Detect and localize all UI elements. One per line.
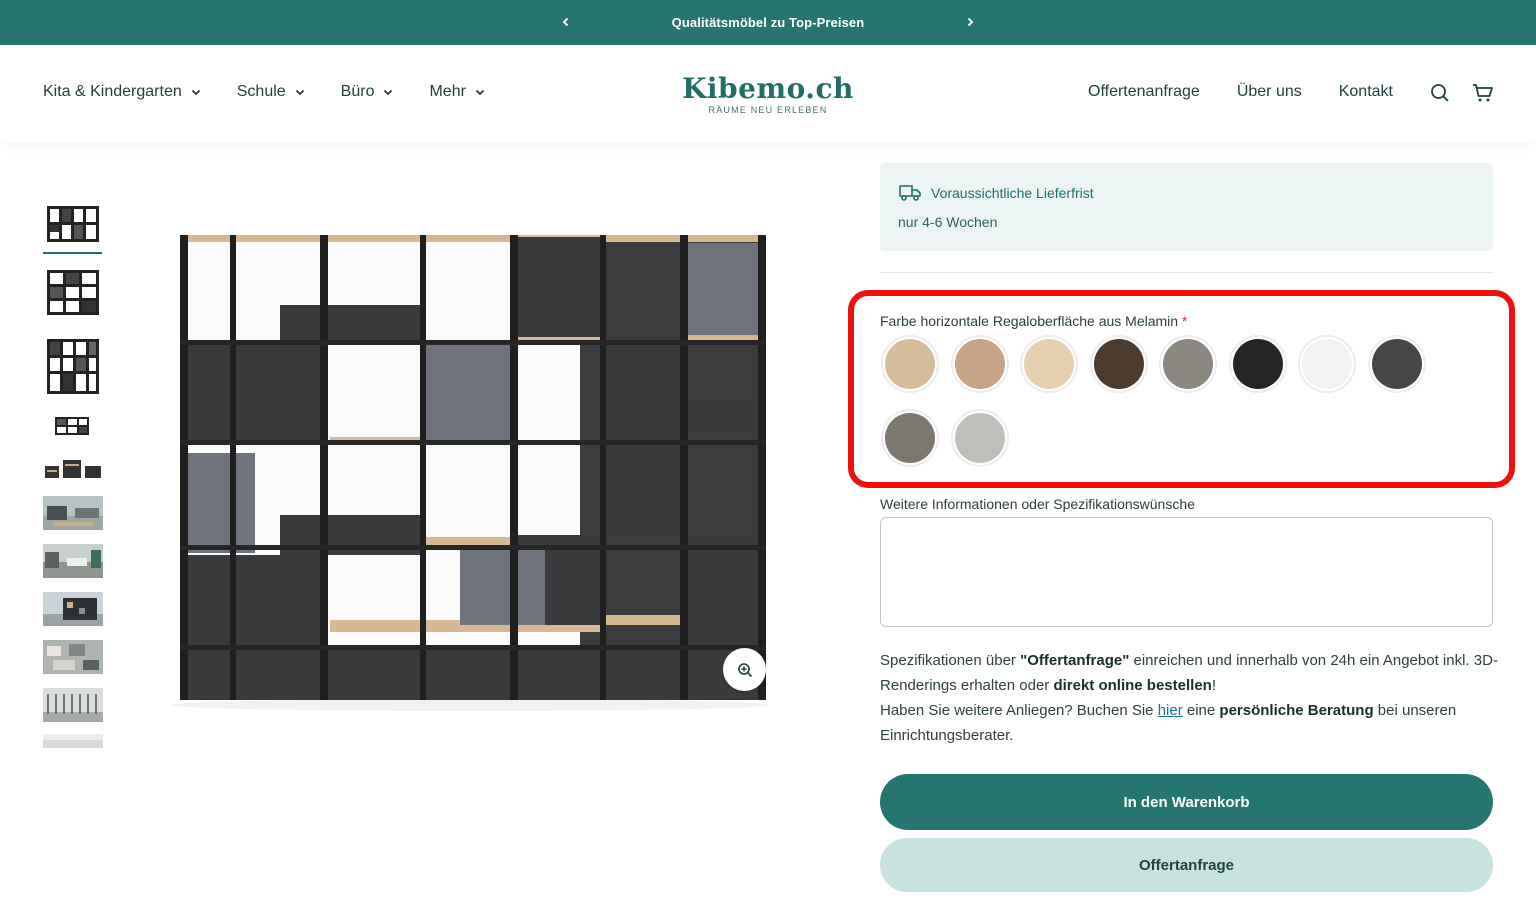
swatch-label-text: Farbe horizontale Regaloberfläche aus Me… [880,313,1179,329]
swatch-fill [1371,339,1422,389]
thumbnail-1[interactable] [43,202,103,246]
secondary-nav: Offertenanfrage Über uns Kontakt [1088,83,1393,101]
swatch-fill [1302,339,1352,389]
nav-item-label: Mehr [429,83,466,100]
nav-item-label: Kita & Kindergarten [43,83,182,100]
truck-icon [899,185,921,201]
swatch-fill [885,413,935,463]
announcement-bar: Qualitätsmöbel zu Top-Preisen [0,0,1536,45]
info-text: Spezifikationen über "Offertanfrage" ein… [880,648,1500,748]
divider [880,272,1493,273]
chevron-down-icon [295,89,304,95]
thumbnail-8[interactable] [43,592,103,626]
product-image[interactable] [150,215,792,720]
info-text-5: eine [1182,702,1220,719]
add-to-cart-button[interactable]: In den Warenkorb [880,774,1493,830]
nav-item-label: Büro [340,83,375,100]
swatch-fill [885,339,935,389]
info-text-4: Haben Sie weitere Anliegen? Buchen Sie [880,702,1158,719]
thumbnail-3[interactable] [43,336,103,398]
site-header: Kita & Kindergarten Schule Büro Mehr Kib… [0,45,1536,142]
swatch-fill [954,413,1005,463]
swatch-group-label: Farbe horizontale Regaloberfläche aus Me… [880,313,1187,329]
chevron-left-icon[interactable] [554,10,578,34]
color-swatch-8[interactable] [1367,335,1426,393]
info-text-beratung: persönliche Beratung [1219,702,1374,719]
info-text-offertanfrage: "Offertanfrage" [1020,652,1130,669]
color-swatch-6[interactable] [1228,335,1287,393]
swatch-fill [1093,339,1144,389]
nav-item-schule[interactable]: Schule [237,83,305,101]
nav-item-buero[interactable]: Büro [341,83,394,101]
cart-icon[interactable] [1472,83,1494,105]
delivery-info-box: Voraussichtliche Lieferfrist nur 4-6 Woc… [880,163,1493,251]
color-swatch-4[interactable] [1089,335,1148,393]
thumbnail-gallery [43,202,103,748]
nav-item-kita[interactable]: Kita & Kindergarten [43,83,201,101]
more-info-textarea[interactable] [880,517,1493,627]
logo-wordmark: Kibemo.ch [682,72,854,105]
thumbnail-7[interactable] [43,544,103,578]
chevron-down-icon [475,89,485,95]
nav-item-offertenanfrage[interactable]: Offertenanfrage [1088,83,1200,101]
thumbnail-9[interactable] [43,640,103,674]
chevron-down-icon [191,89,200,95]
more-info-label: Weitere Informationen oder Spezifikation… [880,496,1195,512]
color-swatch-10[interactable] [950,409,1009,467]
thumbnail-2[interactable] [43,266,103,318]
thumbnail-5[interactable] [43,456,103,482]
color-swatch-1[interactable] [881,335,939,393]
nav-item-ueber-uns[interactable]: Über uns [1237,83,1302,101]
active-thumbnail-indicator [43,252,102,254]
offer-request-button[interactable]: Offertanfrage [880,838,1493,892]
delivery-title: Voraussichtliche Lieferfrist [931,185,1094,201]
thumbnail-4[interactable] [43,414,103,438]
swatch-fill [1024,339,1074,389]
search-icon[interactable] [1430,83,1452,105]
info-text-direkt-online: direkt online bestellen [1053,677,1212,694]
color-swatch-5[interactable] [1159,335,1217,393]
announcement-text: Qualitätsmöbel zu Top-Preisen [671,15,865,30]
logo-tagline: RÄUME NEU ERLEBEN [708,105,828,115]
color-swatch-3[interactable] [1020,335,1078,393]
chevron-right-icon[interactable] [958,10,982,34]
color-swatch-9[interactable] [881,409,939,467]
hier-link[interactable]: hier [1158,702,1183,719]
info-text-1: Spezifikationen über [880,652,1021,669]
thumbnail-6[interactable] [43,496,103,530]
delivery-time: nur 4-6 Wochen [898,214,998,230]
swatch-fill [1163,339,1213,389]
zoom-in-icon [737,662,752,677]
nav-item-kontakt[interactable]: Kontakt [1339,83,1393,101]
zoom-button[interactable] [723,648,766,691]
swatch-fill [954,339,1005,389]
color-swatch-2[interactable] [950,335,1009,393]
chevron-down-icon [384,89,393,95]
nav-item-mehr[interactable]: Mehr [429,83,485,101]
required-mark: * [1181,313,1188,329]
nav-item-label: Schule [236,83,286,100]
thumbnail-11[interactable] [43,734,103,748]
thumbnail-10[interactable] [43,688,103,722]
color-swatch-7[interactable] [1298,335,1356,393]
swatch-fill [1232,339,1283,389]
main-nav: Kita & Kindergarten Schule Büro Mehr [43,83,485,101]
info-text-3: ! [1211,677,1216,694]
site-logo[interactable]: Kibemo.ch RÄUME NEU ERLEBEN [681,72,855,116]
